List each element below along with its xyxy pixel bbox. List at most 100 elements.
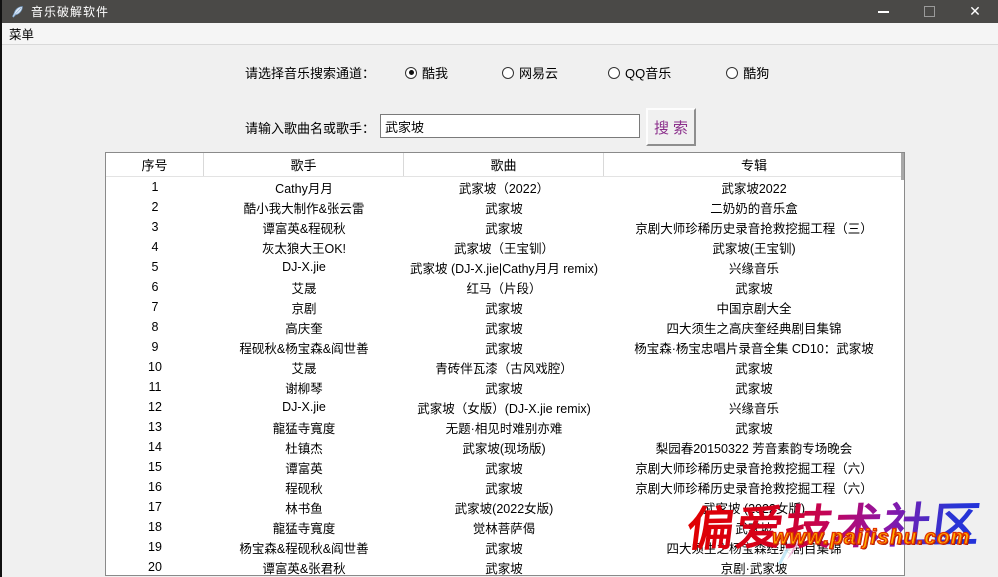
table-cell: 武家坡 (2022女版) <box>604 498 904 517</box>
table-row[interactable]: 12DJ-X.jie武家坡（女版）(DJ-X.jie remix)兴缘音乐 <box>106 397 904 417</box>
table-cell: 武家坡 <box>404 458 604 477</box>
column-header-0[interactable]: 序号 <box>106 153 204 176</box>
table-cell: 4 <box>106 240 204 254</box>
table-cell: 18 <box>106 520 204 534</box>
table-row[interactable]: 9程砚秋&杨宝森&阎世善武家坡杨宝森·杨宝忠唱片录音全集 CD10：武家坡 <box>106 337 904 357</box>
table-cell: 觉林菩萨偈 <box>404 518 604 537</box>
table-cell: 武家坡 <box>604 278 904 297</box>
table-cell: 武家坡 <box>404 298 604 317</box>
table-cell: 武家坡 <box>604 418 904 437</box>
table-cell: 2 <box>106 200 204 214</box>
table-cell: 12 <box>106 400 204 414</box>
table-cell: 四大须生之杨宝森经典剧目集锦 <box>604 538 904 557</box>
table-cell: 武家坡(2022女版) <box>404 498 604 517</box>
table-row[interactable]: 17林书鱼武家坡(2022女版)武家坡 (2022女版) <box>106 497 904 517</box>
table-cell: 杨宝森&程砚秋&阎世善 <box>204 538 404 557</box>
table-cell: 无题·相见时难别亦难 <box>404 418 604 437</box>
table-cell: 谢柳琴 <box>204 378 404 397</box>
results-table: 序号歌手歌曲专辑 1Cathy月月武家坡（2022）武家坡20222酷小我大制作… <box>105 152 905 576</box>
channel-radio-3[interactable]: 酷狗 <box>726 63 769 82</box>
table-cell: 武家坡 <box>604 518 904 537</box>
table-cell: 兴缘音乐 <box>604 258 904 277</box>
menu-item-main[interactable]: 菜单 <box>2 23 41 44</box>
column-header-3[interactable]: 专辑 <box>604 153 904 176</box>
table-row[interactable]: 10艾晟青砖伴瓦漆（古风戏腔）武家坡 <box>106 357 904 377</box>
minimize-button[interactable] <box>860 0 906 23</box>
table-row[interactable]: 13龍猛寺寬度无题·相见时难别亦难武家坡 <box>106 417 904 437</box>
table-cell: 高庆奎 <box>204 318 404 337</box>
minimize-icon <box>878 11 889 13</box>
titlebar: 音乐破解软件 ✕ <box>2 0 998 23</box>
menubar: 菜单 <box>2 23 998 45</box>
table-cell: 武家坡 <box>404 478 604 497</box>
table-cell: 武家坡 <box>404 338 604 357</box>
table-cell: 武家坡 <box>404 378 604 397</box>
column-header-2[interactable]: 歌曲 <box>404 153 604 176</box>
channel-row: 请选择音乐搜索通道： 酷我 网易云 QQ音乐 酷狗 <box>245 63 769 82</box>
table-cell: 15 <box>106 460 204 474</box>
table-cell: 武家坡(王宝钏) <box>604 238 904 257</box>
table-header-row: 序号歌手歌曲专辑 <box>106 153 904 177</box>
table-cell: 6 <box>106 280 204 294</box>
table-cell: 17 <box>106 500 204 514</box>
query-label: 请输入歌曲名或歌手： <box>245 118 375 137</box>
table-cell: 青砖伴瓦漆（古风戏腔） <box>404 358 604 377</box>
table-cell: 艾晟 <box>204 278 404 297</box>
table-cell: DJ-X.jie <box>204 260 404 274</box>
table-row[interactable]: 18龍猛寺寬度觉林菩萨偈武家坡 <box>106 517 904 537</box>
table-cell: 武家坡（2022） <box>404 178 604 197</box>
close-button[interactable]: ✕ <box>952 0 998 23</box>
channel-radio-group: 酷我 网易云 QQ音乐 酷狗 <box>405 63 769 82</box>
table-cell: 谭富英&张君秋 <box>204 558 404 577</box>
table-cell: 林书鱼 <box>204 498 404 517</box>
table-cell: 5 <box>106 260 204 274</box>
table-row[interactable]: 14杜镇杰武家坡(现场版)梨园春20150322 芳音素韵专场晚会 <box>106 437 904 457</box>
table-cell: 武家坡 <box>404 198 604 217</box>
table-cell: 14 <box>106 440 204 454</box>
table-cell: 3 <box>106 220 204 234</box>
table-row[interactable]: 20谭富英&张君秋武家坡京剧·武家坡 <box>106 557 904 576</box>
table-cell: 20 <box>106 560 204 574</box>
scrollbar-thumb[interactable] <box>901 153 904 180</box>
table-cell: 武家坡（女版）(DJ-X.jie remix) <box>404 398 604 417</box>
maximize-icon <box>924 6 935 17</box>
table-row[interactable]: 8高庆奎武家坡四大须生之高庆奎经典剧目集锦 <box>106 317 904 337</box>
table-row[interactable]: 3谭富英&程砚秋武家坡京剧大师珍稀历史录音抢救挖掘工程（三） <box>106 217 904 237</box>
table-cell: 武家坡 <box>404 558 604 577</box>
maximize-button[interactable] <box>906 0 952 23</box>
table-row[interactable]: 15谭富英武家坡京剧大师珍稀历史录音抢救挖掘工程（六） <box>106 457 904 477</box>
table-cell: 兴缘音乐 <box>604 398 904 417</box>
table-cell: 11 <box>106 380 204 394</box>
table-row[interactable]: 1Cathy月月武家坡（2022）武家坡2022 <box>106 177 904 197</box>
table-cell: 艾晟 <box>204 358 404 377</box>
table-row[interactable]: 4灰太狼大王OK!武家坡（王宝钏）武家坡(王宝钏) <box>106 237 904 257</box>
table-cell: 武家坡（王宝钏） <box>404 238 604 257</box>
table-cell: DJ-X.jie <box>204 400 404 414</box>
table-row[interactable]: 6艾晟红马（片段）武家坡 <box>106 277 904 297</box>
table-cell: 7 <box>106 300 204 314</box>
table-cell: 京剧·武家坡 <box>604 558 904 577</box>
channel-radio-0[interactable]: 酷我 <box>405 63 448 82</box>
column-header-1[interactable]: 歌手 <box>204 153 404 176</box>
table-cell: 武家坡2022 <box>604 178 904 197</box>
table-cell: 1 <box>106 180 204 194</box>
table-cell: 8 <box>106 320 204 334</box>
table-row[interactable]: 16程砚秋武家坡京剧大师珍稀历史录音抢救挖掘工程（六） <box>106 477 904 497</box>
channel-label: 请选择音乐搜索通道： <box>245 63 375 82</box>
channel-radio-label: 网易云 <box>519 63 558 82</box>
table-cell: 龍猛寺寬度 <box>204 518 404 537</box>
table-row[interactable]: 7京剧武家坡中国京剧大全 <box>106 297 904 317</box>
radio-circle-icon <box>502 67 514 79</box>
table-cell: 杨宝森·杨宝忠唱片录音全集 CD10：武家坡 <box>604 338 904 357</box>
table-cell: 程砚秋&杨宝森&阎世善 <box>204 338 404 357</box>
table-row[interactable]: 5DJ-X.jie武家坡 (DJ-X.jie|Cathy月月 remix)兴缘音… <box>106 257 904 277</box>
channel-radio-2[interactable]: QQ音乐 <box>608 63 671 82</box>
table-cell: 13 <box>106 420 204 434</box>
search-button[interactable]: 搜索 <box>646 108 696 146</box>
table-row[interactable]: 2酷小我大制作&张云雷武家坡二奶奶的音乐盒 <box>106 197 904 217</box>
table-row[interactable]: 19杨宝森&程砚秋&阎世善武家坡四大须生之杨宝森经典剧目集锦 <box>106 537 904 557</box>
app-window: 音乐破解软件 ✕ 菜单 请选择音乐搜索通道： 酷我 网易云 QQ音乐 酷狗 请输入歌曲… <box>0 0 998 577</box>
table-row[interactable]: 11谢柳琴武家坡武家坡 <box>106 377 904 397</box>
channel-radio-1[interactable]: 网易云 <box>502 63 558 82</box>
song-search-input[interactable] <box>380 114 640 138</box>
